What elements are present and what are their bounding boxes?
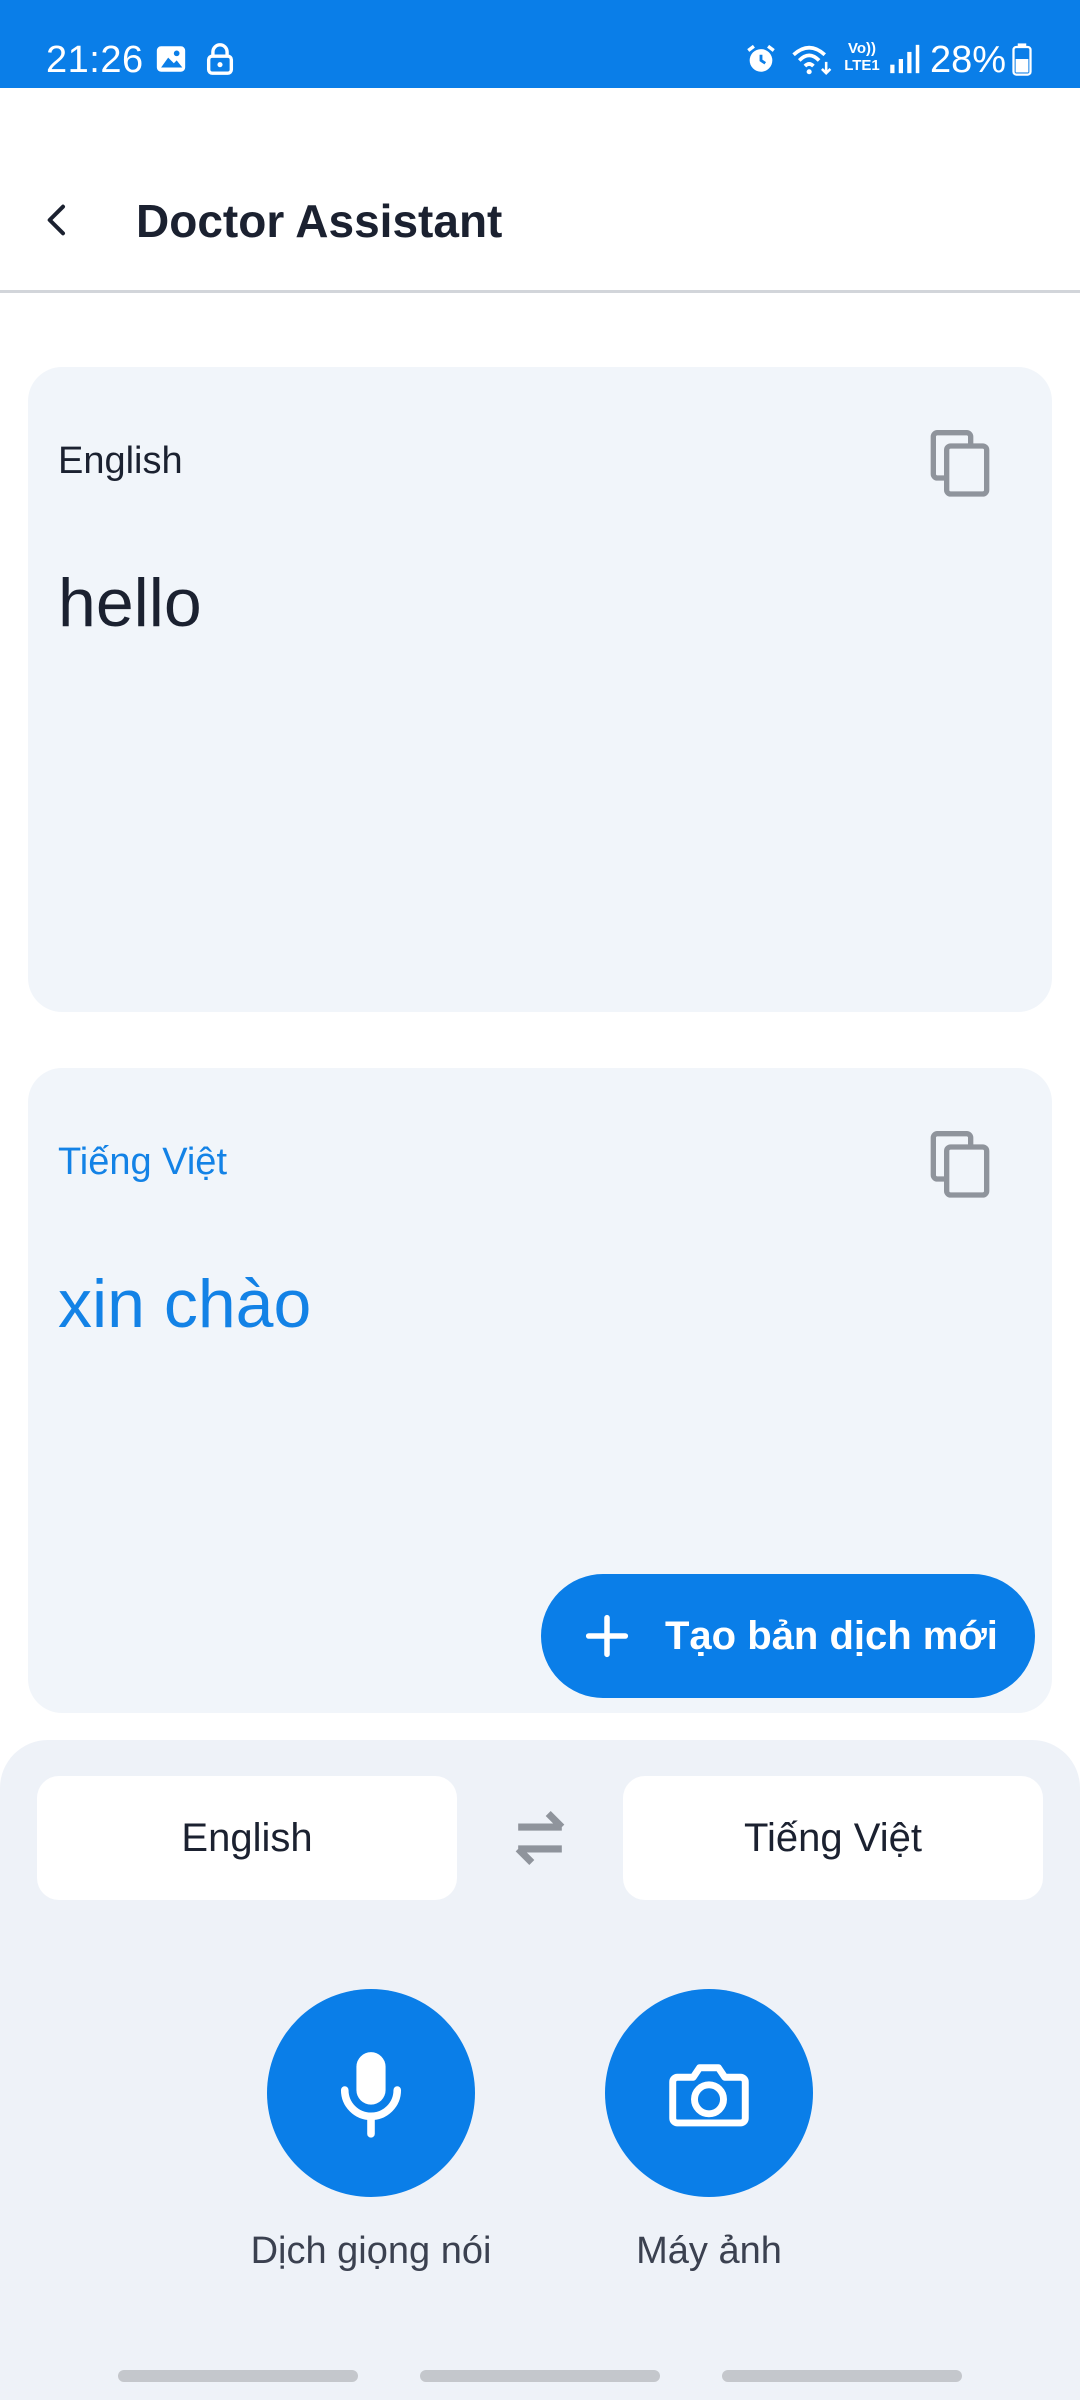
status-bar: 21:26 Vo)) LTE1 28% — [0, 0, 1080, 88]
system-nav-bar — [0, 2360, 1080, 2400]
swap-icon[interactable] — [506, 1808, 574, 1868]
battery-icon — [1012, 43, 1032, 76]
volte-icon: Vo)) LTE1 — [842, 40, 882, 78]
wifi-icon — [792, 45, 832, 75]
plus-icon — [585, 1614, 629, 1658]
translated-text: xin chào — [58, 1266, 312, 1342]
microphone-icon — [340, 2052, 402, 2138]
copy-icon[interactable] — [928, 427, 992, 497]
source-language-select[interactable]: English — [37, 1776, 457, 1900]
new-translation-button[interactable]: Tạo bản dịch mới — [541, 1574, 1035, 1698]
target-language-label: Tiếng Việt — [58, 1141, 227, 1183]
nav-recents-pill[interactable] — [118, 2370, 358, 2382]
battery-percentage: 28% — [929, 39, 1006, 81]
nav-home-pill[interactable] — [420, 2370, 660, 2382]
gallery-icon — [156, 46, 186, 72]
bottom-panel: English Tiếng Việt Dịch giọng nói Máy ản… — [0, 1740, 1080, 2400]
nav-back-pill[interactable] — [722, 2370, 962, 2382]
source-language-label: English — [58, 440, 183, 482]
app-bar: Doctor Assistant — [0, 88, 1080, 293]
alarm-icon — [747, 44, 775, 72]
chevron-left-icon — [47, 204, 65, 236]
new-translation-label: Tạo bản dịch mới — [665, 1614, 998, 1658]
target-language-select[interactable]: Tiếng Việt — [623, 1776, 1043, 1900]
source-text[interactable]: hello — [58, 563, 202, 643]
status-time: 21:26 — [46, 39, 144, 81]
camera-button[interactable] — [605, 1989, 813, 2197]
volte-label-bottom: LTE1 — [844, 57, 880, 74]
volte-label-top: Vo)) — [847, 40, 877, 57]
source-text-card: English hello — [28, 367, 1052, 1012]
camera-label: Máy ảnh — [636, 2230, 782, 2272]
lock-icon — [206, 43, 234, 75]
signal-icon — [890, 44, 920, 74]
voice-translate-button[interactable] — [267, 1989, 475, 2197]
voice-translate-label: Dịch giọng nói — [250, 2230, 492, 2272]
camera-icon — [669, 2064, 749, 2127]
page-title: Doctor Assistant — [136, 195, 503, 247]
back-button[interactable] — [28, 190, 88, 250]
copy-icon[interactable] — [928, 1128, 992, 1198]
